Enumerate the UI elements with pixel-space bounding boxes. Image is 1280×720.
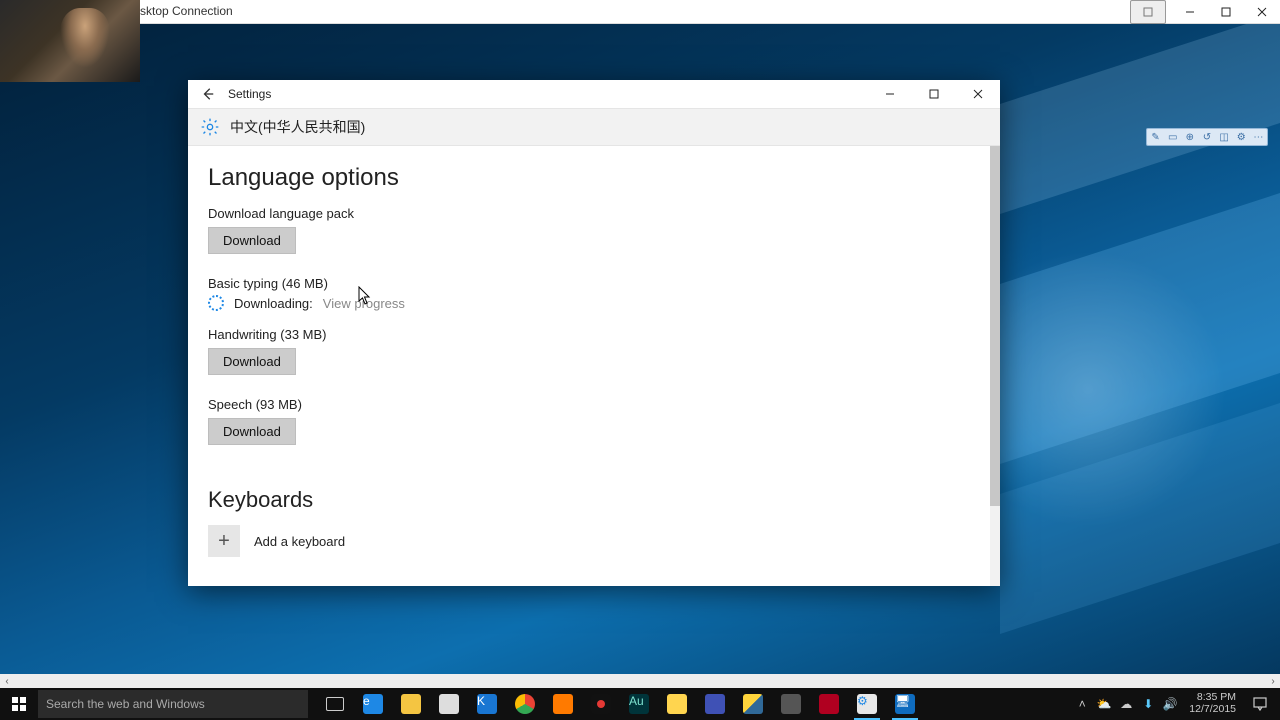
taskbar-app-rdc[interactable]: 🖥 xyxy=(886,688,924,720)
add-keyboard-row[interactable]: + Add a keyboard xyxy=(208,525,980,557)
taskbar-app-chrome[interactable] xyxy=(506,688,544,720)
settings-header: 中文(中华人民共和国) xyxy=(188,108,1000,146)
tool-icon[interactable]: ⋯ xyxy=(1252,131,1264,143)
task-view-button[interactable] xyxy=(316,688,354,720)
taskbar-app-k[interactable]: K xyxy=(468,688,506,720)
taskbar-app-settings[interactable]: ⚙ xyxy=(848,688,886,720)
taskbar: Search the web and Windows e K Au ⚙ 🖥 ˄ … xyxy=(0,688,1280,720)
mouse-cursor-icon xyxy=(358,286,372,306)
plus-icon: + xyxy=(208,525,240,557)
tool-icon[interactable]: ⊕ xyxy=(1184,131,1196,143)
download-lang-pack-label: Download language pack xyxy=(208,206,980,221)
scroll-left-icon[interactable]: ‹ xyxy=(0,676,14,687)
remote-desktop: ✎ ▭ ⊕ ↺ ◫ ⚙ ⋯ Settings xyxy=(0,24,1280,688)
back-button[interactable] xyxy=(188,80,228,108)
language-options-heading: Language options xyxy=(208,164,980,192)
scrollbar[interactable] xyxy=(990,146,1000,586)
tool-icon[interactable]: ✎ xyxy=(1150,131,1162,143)
taskbar-app-red[interactable] xyxy=(810,688,848,720)
search-input[interactable]: Search the web and Windows xyxy=(38,690,308,718)
download-lang-pack-button[interactable]: Download xyxy=(208,227,296,254)
scrollbar-thumb[interactable] xyxy=(990,146,1000,506)
scroll-right-icon[interactable]: › xyxy=(1266,676,1280,687)
annotation-toolbar[interactable]: ✎ ▭ ⊕ ↺ ◫ ⚙ ⋯ xyxy=(1146,128,1268,146)
wallpaper-beam xyxy=(1000,24,1280,214)
system-tray: ˄ ⛅ ☁ ⬇ 🔊 8:35 PM 12/7/2015 xyxy=(1073,688,1280,720)
settings-body: Language options Download language pack … xyxy=(188,146,1000,586)
tray-volume-icon[interactable]: 🔊 xyxy=(1161,695,1179,713)
rdc-maximize-button[interactable] xyxy=(1208,0,1244,24)
settings-close-button[interactable] xyxy=(956,80,1000,108)
taskbar-app-grid[interactable] xyxy=(772,688,810,720)
tray-chevron-up-icon[interactable]: ˄ xyxy=(1073,695,1091,713)
action-center-button[interactable] xyxy=(1246,688,1274,720)
basic-typing-label: Basic typing (46 MB) xyxy=(208,276,980,291)
taskbar-app-edge[interactable]: e xyxy=(354,688,392,720)
taskbar-app-store[interactable] xyxy=(430,688,468,720)
download-speech-button[interactable]: Download xyxy=(208,418,296,445)
spinner-icon xyxy=(208,295,224,311)
rdc-close-button[interactable] xyxy=(1244,0,1280,24)
gear-icon xyxy=(200,117,220,137)
taskbar-app-orange[interactable] xyxy=(544,688,582,720)
tool-icon[interactable]: ◫ xyxy=(1218,131,1230,143)
tray-download-icon[interactable]: ⬇ xyxy=(1139,695,1157,713)
settings-titlebar: Settings xyxy=(188,80,1000,108)
settings-title: Settings xyxy=(228,87,271,101)
search-placeholder: Search the web and Windows xyxy=(46,697,205,711)
handwriting-label: Handwriting (33 MB) xyxy=(208,327,980,342)
rdc-title: sktop Connection xyxy=(140,4,233,18)
rdc-minimize-button[interactable] xyxy=(1172,0,1208,24)
taskbar-app-blocks[interactable] xyxy=(696,688,734,720)
tool-icon[interactable]: ⚙ xyxy=(1235,131,1247,143)
speech-label: Speech (93 MB) xyxy=(208,397,980,412)
taskbar-app-audition[interactable]: Au xyxy=(620,688,658,720)
tool-icon[interactable]: ↺ xyxy=(1201,131,1213,143)
taskbar-date: 12/7/2015 xyxy=(1189,704,1236,716)
taskbar-app-python[interactable] xyxy=(734,688,772,720)
keyboards-heading: Keyboards xyxy=(208,487,980,513)
add-keyboard-label: Add a keyboard xyxy=(254,534,345,549)
taskbar-apps: e K Au ⚙ 🖥 xyxy=(316,688,924,720)
download-handwriting-button[interactable]: Download xyxy=(208,348,296,375)
downloading-status: Downloading: xyxy=(234,296,313,311)
rdc-connection-bar-icon[interactable] xyxy=(1130,0,1166,24)
tray-cloud-icon[interactable]: ⛅ xyxy=(1095,695,1113,713)
taskbar-app-notes[interactable] xyxy=(658,688,696,720)
taskbar-clock[interactable]: 8:35 PM 12/7/2015 xyxy=(1183,692,1242,715)
taskbar-app-record[interactable] xyxy=(582,688,620,720)
webcam-overlay xyxy=(0,0,140,82)
rdc-titlebar: sktop Connection xyxy=(0,0,1280,24)
horizontal-scrollbar[interactable]: ‹ › xyxy=(0,674,1280,688)
taskbar-app-file-explorer[interactable] xyxy=(392,688,430,720)
language-name: 中文(中华人民共和国) xyxy=(230,117,365,137)
start-button[interactable] xyxy=(0,688,38,720)
settings-window: Settings 中文(中华人民共和国) Language options Do… xyxy=(188,80,1000,586)
settings-maximize-button[interactable] xyxy=(912,80,956,108)
tool-icon[interactable]: ▭ xyxy=(1167,131,1179,143)
tray-onedrive-icon[interactable]: ☁ xyxy=(1117,695,1135,713)
settings-minimize-button[interactable] xyxy=(868,80,912,108)
